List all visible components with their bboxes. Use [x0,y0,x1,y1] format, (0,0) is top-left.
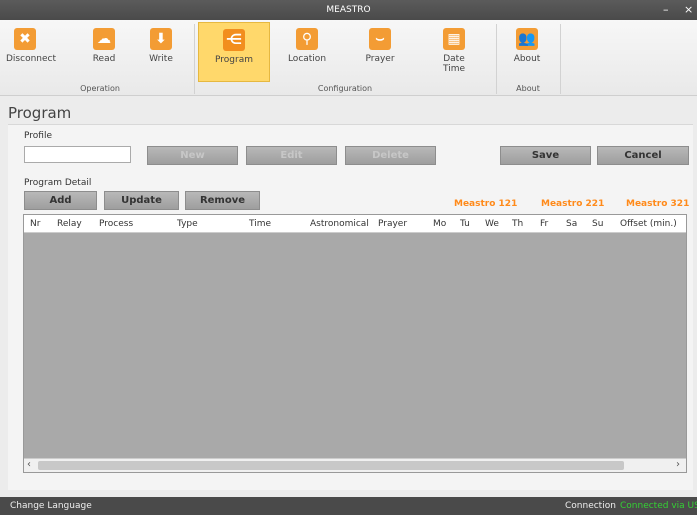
scroll-left-icon[interactable]: ‹ [27,459,31,470]
write-button[interactable]: ⬇ Write [146,22,176,82]
column-header-offset[interactable]: Offset (min.) [620,219,677,229]
location-pin-icon: ⚲ [296,28,318,50]
window-title: MEASTRO [326,5,371,15]
program-detail-label: Program Detail [24,178,92,188]
about-label: About [513,54,541,64]
model-label-321: Meastro 321 [626,199,690,209]
save-button[interactable]: Save [500,146,591,165]
group-label-configuration: Configuration [317,84,373,93]
disconnect-label: Disconnect [6,54,56,64]
column-header-su[interactable]: Su [592,219,603,229]
connection-status: Connected via USB [620,501,697,511]
change-language-link[interactable]: Change Language [10,501,92,511]
remove-button[interactable]: Remove [185,191,260,210]
column-header-relay[interactable]: Relay [57,219,82,229]
add-button[interactable]: Add [24,191,97,210]
location-label: Location [287,54,327,64]
horizontal-scrollbar[interactable]: ‹ › [24,458,686,472]
group-label-about: About [516,84,540,93]
program-icon: ⋲ [223,29,245,51]
column-header-nr[interactable]: Nr [30,219,40,229]
write-label: Write [149,54,173,64]
column-header-time[interactable]: Time [249,219,271,229]
program-button[interactable]: ⋲ Program [198,22,270,82]
prayer-button[interactable]: ⌣ Prayer [362,22,398,82]
date-time-button[interactable]: ▦ Date Time [431,22,477,82]
model-label-221: Meastro 221 [541,199,605,209]
profile-label: Profile [24,131,52,141]
group-label-operation: Operation [80,84,120,93]
delete-button[interactable]: Delete [345,146,436,165]
column-header-we[interactable]: We [485,219,499,229]
table-header: Nr Relay Process Type Time Astronomical … [24,215,686,233]
read-label: Read [92,54,116,64]
update-button[interactable]: Update [104,191,179,210]
column-header-sa[interactable]: Sa [566,219,577,229]
date-time-label: Date Time [442,54,466,74]
column-header-tu[interactable]: Tu [460,219,470,229]
column-header-astronomical[interactable]: Astronomical [310,219,369,229]
title-bar: MEASTRO – × [0,0,697,20]
location-button[interactable]: ⚲ Location [286,22,328,82]
cancel-button[interactable]: Cancel [597,146,689,165]
group-separator [194,24,195,94]
page-title: Program [8,104,72,122]
about-button[interactable]: 👥 About [509,22,545,82]
prayer-label: Prayer [365,54,395,64]
status-bar: Change Language Connection Connected via… [0,497,697,515]
profile-input[interactable] [24,146,131,163]
download-icon: ⬇ [150,28,172,50]
disconnect-icon: ✖ [14,28,36,50]
close-button[interactable]: × [684,3,693,16]
column-header-type[interactable]: Type [177,219,198,229]
group-separator [560,24,561,94]
scrollbar-thumb[interactable] [38,461,624,470]
column-header-prayer[interactable]: Prayer [378,219,407,229]
connection-label: Connection [565,501,616,511]
group-separator [496,24,497,94]
disconnect-button[interactable]: ✖ Disconnect [6,22,56,82]
users-icon: 👥 [516,28,538,50]
model-label-121: Meastro 121 [454,199,518,209]
new-button[interactable]: New [147,146,238,165]
minimize-button[interactable]: – [663,3,669,16]
column-header-fr[interactable]: Fr [540,219,548,229]
cloud-icon: ☁ [93,28,115,50]
prayer-icon: ⌣ [369,28,391,50]
read-button[interactable]: ☁ Read [90,22,118,82]
column-header-th[interactable]: Th [512,219,523,229]
column-header-process[interactable]: Process [99,219,133,229]
edit-button[interactable]: Edit [246,146,337,165]
scroll-right-icon[interactable]: › [676,459,680,470]
column-header-mo[interactable]: Mo [433,219,446,229]
calendar-icon: ▦ [443,28,465,50]
program-label: Program [215,55,253,65]
ribbon: ✖ Disconnect ☁ Read ⬇ Write Operation ⋲ … [0,20,697,96]
program-table[interactable]: Nr Relay Process Type Time Astronomical … [23,214,687,473]
